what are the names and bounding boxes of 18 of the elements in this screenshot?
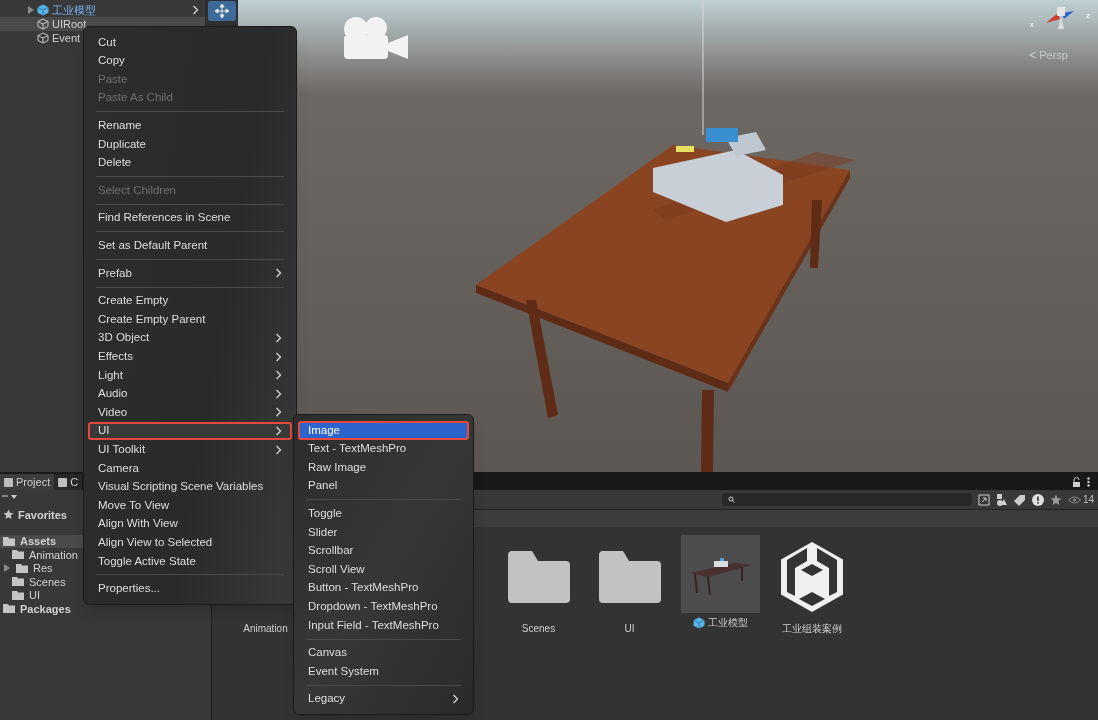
tree-label: Scenes [29, 574, 66, 590]
tree-label: Packages [20, 601, 71, 617]
asset-label: UI [624, 622, 635, 636]
tree-label: Res [33, 561, 53, 576]
tree-label: Assets [20, 534, 57, 549]
hierarchy-label: UIRoot [52, 16, 87, 32]
axis-label: z [1086, 10, 1090, 22]
hierarchy-label: Event [52, 30, 81, 46]
hierarchy-label: 工业模型 [52, 2, 96, 18]
asset-label: 工业模型 [708, 616, 748, 630]
asset-label: Animation [243, 622, 288, 636]
tree-label: UI [29, 588, 40, 603]
asset-label: 工业组装案例 [781, 622, 842, 636]
visible-count: 14 [1082, 493, 1094, 507]
tree-label: Animation [29, 547, 78, 563]
view-label: Persp [1039, 48, 1068, 63]
tree-label: Favorites [18, 507, 67, 523]
asset-label: Scenes [521, 622, 556, 636]
